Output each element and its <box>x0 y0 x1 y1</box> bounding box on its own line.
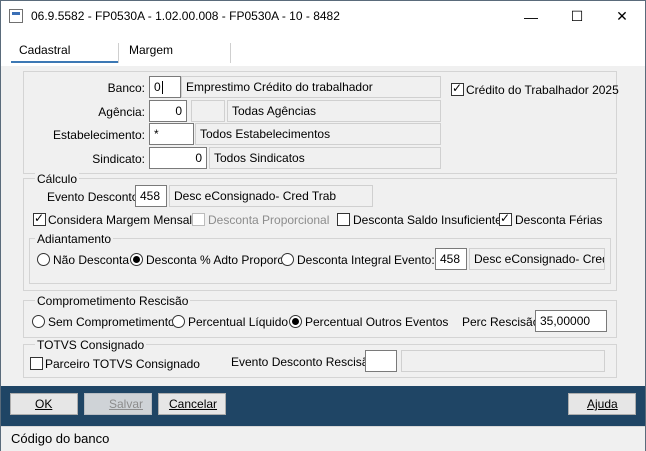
tab-cadastral[interactable]: Cadastral <box>19 43 70 63</box>
evento-rescisao-description <box>401 350 605 372</box>
evento-desconto-description: Desc eConsignado- Cred Trab <box>169 185 373 207</box>
adiantamento-evento-input[interactable]: 458 <box>435 248 467 270</box>
estabelecimento-description: Todos Estabelecimentos <box>195 123 441 145</box>
desconta-adto-radio[interactable] <box>130 253 143 266</box>
credito-trabalhador-checkbox[interactable] <box>451 81 464 96</box>
evento-rescisao-label: Evento Desconto Rescisão: <box>231 355 379 369</box>
agencia-input[interactable]: 0 <box>149 100 187 122</box>
perc-rescisao-input[interactable]: 35,00000 <box>535 310 607 332</box>
banco-input[interactable]: 0 <box>149 76 181 98</box>
perc-rescisao-label: Perc Rescisão: <box>462 315 543 329</box>
cancelar-button-label: Cancelar <box>169 397 218 411</box>
ok-button[interactable]: OK <box>10 393 78 415</box>
rescisao-title: Comprometimento Rescisão <box>35 294 191 308</box>
desconta-saldo-checkbox[interactable] <box>337 213 350 226</box>
adiantamento-evento-label: Evento: <box>394 253 435 267</box>
calculo-title: Cálculo <box>35 172 80 186</box>
totvs-title: TOTVS Consignado <box>35 338 147 352</box>
evento-desconto-label: Evento Desconto: <box>47 190 142 204</box>
cancelar-button[interactable]: Cancelar <box>158 393 226 415</box>
tab-separator <box>230 43 231 63</box>
estabelecimento-label: Estabelecimento: <box>52 128 145 142</box>
desconta-integral-label: Desconta Integral <box>297 253 392 267</box>
percentual-outros-radio[interactable] <box>289 315 302 328</box>
adiantamento-evento-description: Desc eConsignado- Cred Tr <box>469 248 605 270</box>
desconta-proporcional-label: Desconta Proporcional <box>208 213 330 227</box>
adiantamento-title: Adiantamento <box>35 232 114 246</box>
minimize-icon[interactable]: — <box>508 1 554 32</box>
desconta-integral-radio[interactable] <box>281 253 294 266</box>
credito-trabalhador-label: Crédito do Trabalhador 2025 <box>466 83 619 97</box>
status-text: Código do banco <box>11 431 110 446</box>
ajuda-button[interactable]: Ajuda <box>568 393 636 415</box>
evento-desconto-input[interactable]: 458 <box>135 185 167 207</box>
sem-comprometimento-label: Sem Comprometimento <box>48 315 175 329</box>
agencia-label: Agência: <box>98 105 145 119</box>
parceiro-totvs-checkbox[interactable] <box>30 357 43 370</box>
salvar-button[interactable]: Salvar <box>84 393 152 415</box>
sindicato-label: Sindicato: <box>92 152 145 166</box>
tab-margem[interactable]: Margem <box>129 43 173 63</box>
desconta-ferias-label: Desconta Férias <box>515 213 603 227</box>
nao-desconta-label: Não Desconta <box>53 253 130 267</box>
desconta-proporcional-checkbox[interactable] <box>192 213 205 226</box>
nao-desconta-radio[interactable] <box>37 253 50 266</box>
dialog-window: 06.9.5582 - FP0530A - 1.02.00.008 - FP05… <box>0 0 646 451</box>
window-title: 06.9.5582 - FP0530A - 1.02.00.008 - FP05… <box>31 9 340 23</box>
evento-rescisao-input[interactable] <box>365 350 397 372</box>
app-icon <box>9 9 23 23</box>
active-tab-indicator <box>11 61 119 63</box>
desconta-saldo-label: Desconta Saldo Insuficiente <box>353 213 502 227</box>
parceiro-totvs-label: Parceiro TOTVS Consignado <box>45 357 200 371</box>
percentual-liquido-radio[interactable] <box>172 315 185 328</box>
considera-margem-checkbox[interactable] <box>33 211 46 226</box>
sindicato-input[interactable]: 0 <box>149 147 207 169</box>
percentual-liquido-label: Percentual Líquido <box>188 315 289 329</box>
maximize-icon[interactable]: ☐ <box>554 1 600 32</box>
estabelecimento-input[interactable]: * <box>149 123 194 145</box>
desconta-adto-label: Desconta % Adto Proporc <box>146 253 284 267</box>
percentual-outros-label: Percentual Outros Eventos <box>305 315 449 329</box>
sindicato-description: Todos Sindicatos <box>209 147 441 169</box>
agencia-extra <box>191 100 225 122</box>
ajuda-button-label: Ajuda <box>587 397 618 411</box>
agencia-description: Todas Agências <box>227 100 441 122</box>
salvar-button-label: Salvar <box>109 397 144 411</box>
considera-margem-label: Considera Margem Mensal <box>48 213 193 227</box>
banco-description: Emprestimo Crédito do trabalhador <box>181 76 441 98</box>
close-icon[interactable]: ✕ <box>599 1 645 32</box>
tab-separator <box>118 43 119 63</box>
desconta-ferias-checkbox[interactable] <box>499 211 512 226</box>
ok-button-label: OK <box>35 397 53 411</box>
sem-comprometimento-radio[interactable] <box>32 315 45 328</box>
banco-label: Banco: <box>107 81 145 95</box>
